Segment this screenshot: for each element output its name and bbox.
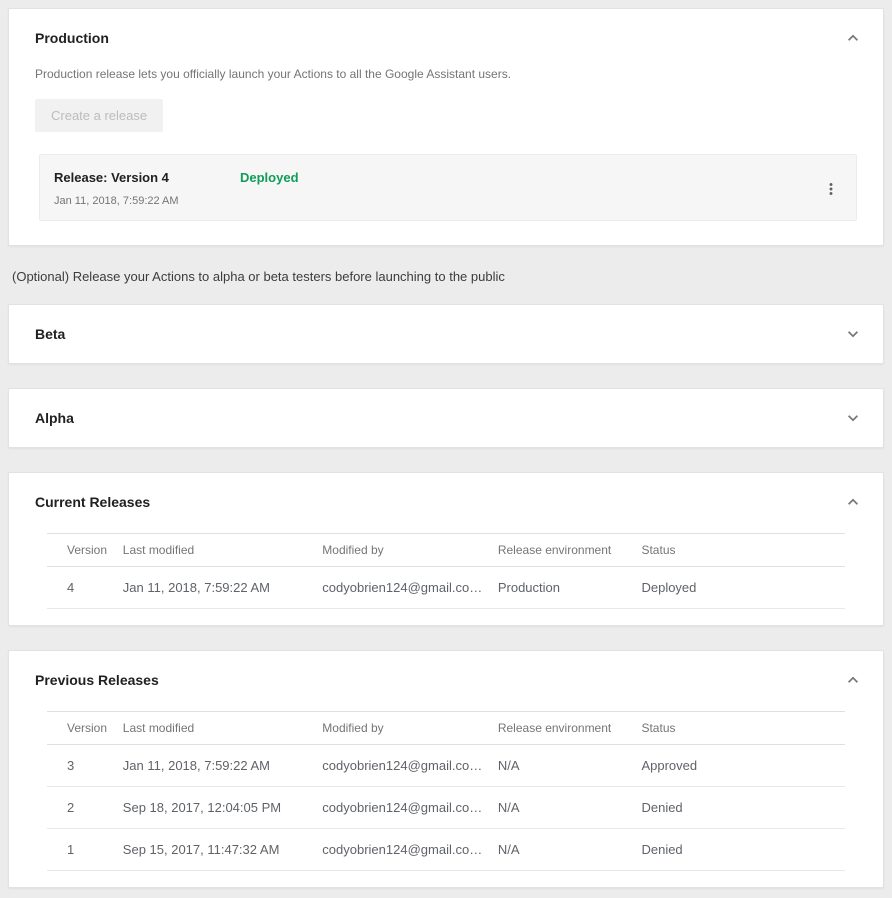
collapse-production-button[interactable] xyxy=(841,26,865,50)
cell-status: Denied xyxy=(641,829,845,871)
alpha-card: Alpha xyxy=(8,388,884,448)
production-release-row: Release: Version 4 Jan 11, 2018, 7:59:22… xyxy=(39,154,857,221)
release-date: Jan 11, 2018, 7:59:22 AM xyxy=(54,195,240,207)
chevron-down-icon xyxy=(843,416,863,431)
alpha-card-header[interactable]: Alpha xyxy=(9,389,883,447)
cell-last-modified: Jan 11, 2018, 7:59:22 AM xyxy=(123,745,323,787)
production-card: Production Production release lets you o… xyxy=(8,8,884,246)
previous-releases-header[interactable]: Previous Releases xyxy=(9,651,883,709)
table-header-row: Version Last modified Modified by Releas… xyxy=(47,534,845,567)
release-more-menu-button[interactable] xyxy=(818,176,844,202)
column-header-last-modified: Last modified xyxy=(123,534,323,567)
current-releases-table: Version Last modified Modified by Releas… xyxy=(47,533,845,609)
cell-last-modified: Sep 15, 2017, 11:47:32 AM xyxy=(123,829,323,871)
alpha-title: Alpha xyxy=(35,410,74,426)
previous-releases-table-wrap: Version Last modified Modified by Releas… xyxy=(9,709,883,887)
more-vert-icon xyxy=(822,186,840,201)
current-releases-title: Current Releases xyxy=(35,494,150,510)
cell-release-environment: N/A xyxy=(498,745,642,787)
column-header-release-environment: Release environment xyxy=(498,534,642,567)
cell-status: Deployed xyxy=(641,567,845,609)
column-header-last-modified: Last modified xyxy=(123,712,323,745)
column-header-modified-by: Modified by xyxy=(322,712,498,745)
spacer xyxy=(8,364,884,388)
expand-alpha-button[interactable] xyxy=(841,406,865,430)
cell-last-modified: Jan 11, 2018, 7:59:22 AM xyxy=(123,567,323,609)
cell-status: Denied xyxy=(641,787,845,829)
cell-modified-by: codyobrien124@gmail.co… xyxy=(322,745,498,787)
collapse-current-releases-button[interactable] xyxy=(841,490,865,514)
previous-releases-table: Version Last modified Modified by Releas… xyxy=(47,711,845,871)
column-header-version: Version xyxy=(47,534,123,567)
cell-version: 4 xyxy=(47,567,123,609)
previous-releases-title: Previous Releases xyxy=(35,672,159,688)
cell-last-modified: Sep 18, 2017, 12:04:05 PM xyxy=(123,787,323,829)
collapse-previous-releases-button[interactable] xyxy=(841,668,865,692)
production-description: Production release lets you officially l… xyxy=(35,67,857,81)
release-status-badge: Deployed xyxy=(240,170,299,185)
table-row: 2 Sep 18, 2017, 12:04:05 PM codyobrien12… xyxy=(47,787,845,829)
column-header-status: Status xyxy=(641,534,845,567)
expand-beta-button[interactable] xyxy=(841,322,865,346)
column-header-release-environment: Release environment xyxy=(498,712,642,745)
current-releases-card: Current Releases Version Last modified M… xyxy=(8,472,884,626)
spacer xyxy=(8,448,884,472)
create-release-button[interactable]: Create a release xyxy=(35,99,163,132)
cell-version: 3 xyxy=(47,745,123,787)
current-releases-header[interactable]: Current Releases xyxy=(9,473,883,531)
table-row: 1 Sep 15, 2017, 11:47:32 AM codyobrien12… xyxy=(47,829,845,871)
chevron-up-icon xyxy=(843,678,863,693)
column-header-modified-by: Modified by xyxy=(322,534,498,567)
cell-status: Approved xyxy=(641,745,845,787)
cell-modified-by: codyobrien124@gmail.co… xyxy=(322,567,498,609)
optional-note: (Optional) Release your Actions to alpha… xyxy=(8,246,884,304)
chevron-down-icon xyxy=(843,332,863,347)
chevron-up-icon xyxy=(843,36,863,51)
table-row: 4 Jan 11, 2018, 7:59:22 AM codyobrien124… xyxy=(47,567,845,609)
production-body: Production release lets you officially l… xyxy=(9,67,883,245)
production-title: Production xyxy=(35,30,109,46)
production-card-header[interactable]: Production xyxy=(9,9,883,67)
beta-card-header[interactable]: Beta xyxy=(9,305,883,363)
release-title: Release: Version 4 xyxy=(54,170,240,185)
column-header-version: Version xyxy=(47,712,123,745)
current-releases-table-wrap: Version Last modified Modified by Releas… xyxy=(9,531,883,625)
column-header-status: Status xyxy=(641,712,845,745)
table-header-row: Version Last modified Modified by Releas… xyxy=(47,712,845,745)
cell-version: 2 xyxy=(47,787,123,829)
releases-page: Production Production release lets you o… xyxy=(0,0,892,898)
cell-modified-by: codyobrien124@gmail.co… xyxy=(322,787,498,829)
cell-release-environment: Production xyxy=(498,567,642,609)
cell-release-environment: N/A xyxy=(498,787,642,829)
cell-release-environment: N/A xyxy=(498,829,642,871)
cell-modified-by: codyobrien124@gmail.co… xyxy=(322,829,498,871)
beta-title: Beta xyxy=(35,326,65,342)
chevron-up-icon xyxy=(843,500,863,515)
release-info: Release: Version 4 Jan 11, 2018, 7:59:22… xyxy=(54,170,240,207)
cell-version: 1 xyxy=(47,829,123,871)
previous-releases-card: Previous Releases Version Last modified … xyxy=(8,650,884,888)
table-row: 3 Jan 11, 2018, 7:59:22 AM codyobrien124… xyxy=(47,745,845,787)
spacer xyxy=(8,626,884,650)
beta-card: Beta xyxy=(8,304,884,364)
